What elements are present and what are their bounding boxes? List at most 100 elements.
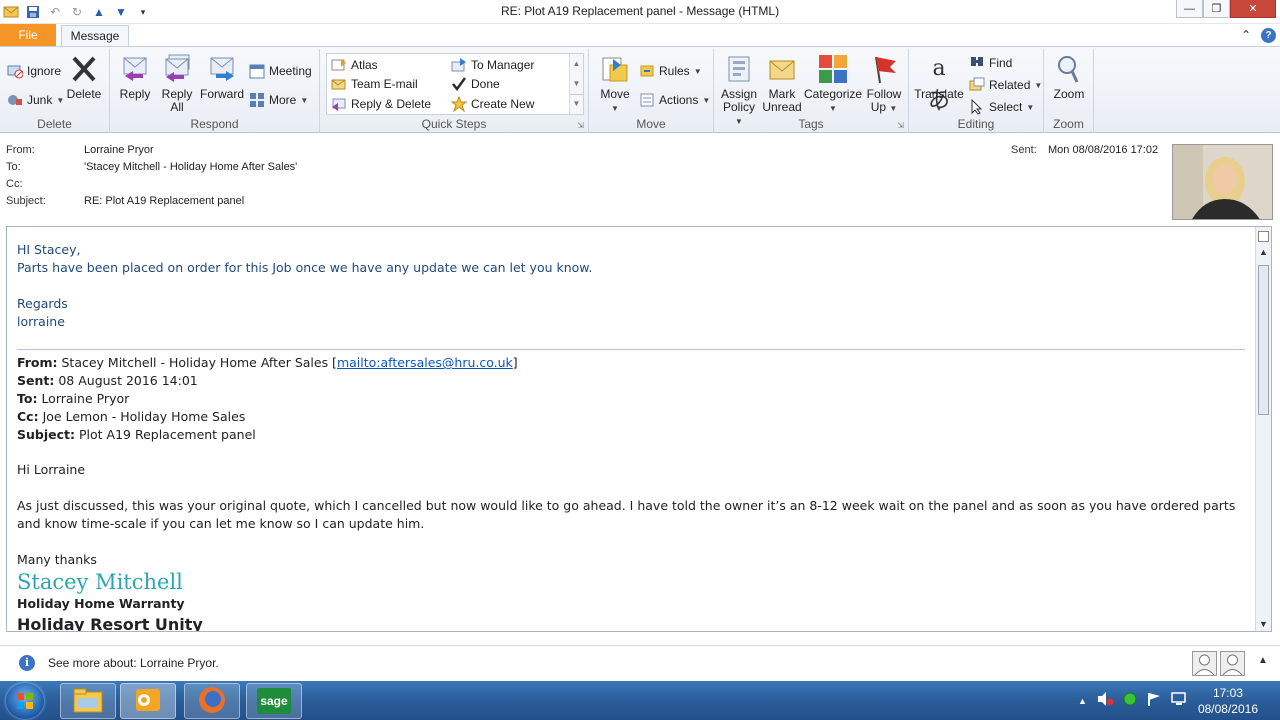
quick-step-done[interactable]: Done [451, 76, 500, 92]
scroll-down-arrow-icon[interactable]: ▼ [1256, 619, 1271, 629]
chevron-down-icon: ▼ [935, 104, 943, 113]
team-email-icon [331, 76, 347, 92]
reply-all-label-1: Reply [161, 87, 193, 101]
expand-gallery-icon[interactable]: ▼ [570, 94, 583, 112]
taskbar-explorer[interactable] [60, 683, 116, 719]
quick-step-atlas[interactable]: Atlas [331, 57, 378, 73]
assign-policy-label-2: Policy [722, 100, 755, 114]
see-more-about[interactable]: See more about: Lorraine Pryor. [48, 656, 219, 670]
mark-unread-button[interactable]: Mark Unread [762, 53, 802, 114]
zoom-label: Zoom [1053, 87, 1085, 101]
ignore-label: Ignore [27, 64, 62, 78]
expand-people-pane-icon[interactable]: ▲ [1258, 655, 1268, 666]
quoted-cc-value: Joe Lemon - Holiday Home Sales [42, 409, 246, 424]
follow-up-button[interactable]: Follow Up ▼ [864, 53, 904, 115]
quoted-thanks: Many thanks [17, 552, 97, 567]
group-label-delete: Delete [37, 117, 72, 131]
quick-steps-scroller[interactable]: ▲ ▼ ▼ [569, 54, 583, 114]
find-button[interactable]: Find [969, 55, 1012, 71]
mailto-link[interactable]: mailto:aftersales@hru.co.uk [337, 355, 513, 370]
mark-unread-icon [766, 53, 798, 85]
scroll-options-icon[interactable] [1258, 231, 1269, 242]
quick-step-reply-delete[interactable]: Reply & Delete [331, 96, 431, 112]
find-icon [969, 55, 985, 71]
sender-photo[interactable] [1172, 144, 1273, 220]
quick-step-create-new[interactable]: Create New [450, 95, 534, 113]
ribbon-right-controls: ⌃ ? [1241, 28, 1276, 43]
taskbar-firefox[interactable] [184, 683, 240, 719]
reply-label: Reply [119, 87, 151, 101]
tab-message[interactable]: Message [61, 25, 129, 48]
close-button[interactable]: ✕ [1230, 0, 1276, 18]
reply-icon [119, 53, 151, 85]
translate-button[interactable]: aあ Translate ▼ [913, 53, 965, 115]
find-label: Find [989, 56, 1013, 70]
meeting-button[interactable]: Meeting [249, 63, 312, 79]
system-tray: ▲ 17:03 08/08/2016 [1078, 681, 1280, 720]
group-zoom: Zoom Zoom [1044, 49, 1094, 133]
related-button[interactable]: Related ▼ [969, 77, 1042, 93]
forward-button[interactable]: Forward [198, 53, 246, 101]
move-button[interactable]: Move ▼ [597, 53, 633, 115]
person-thumbnail[interactable] [1220, 651, 1245, 676]
dialog-launcher-icon[interactable]: ⇲ [577, 121, 584, 130]
quick-step-to-manager[interactable]: To Manager [451, 57, 534, 73]
window-controls: — ❐ ✕ [1176, 0, 1276, 18]
calendar-icon [249, 63, 265, 79]
show-hidden-icons-icon[interactable]: ▲ [1078, 696, 1087, 706]
scrollbar-thumb[interactable] [1258, 265, 1269, 415]
delete-button[interactable]: Delete [64, 53, 104, 101]
taskbar-clock[interactable]: 17:03 08/08/2016 [1198, 685, 1258, 717]
taskbar-outlook[interactable] [120, 683, 176, 719]
body-scrollbar[interactable]: ▲ ▼ [1255, 227, 1271, 631]
group-label-move: Move [636, 117, 666, 131]
zoom-button[interactable]: Zoom [1049, 53, 1089, 101]
flag-tray-icon[interactable] [1146, 691, 1162, 710]
quoted-from-end: ] [512, 355, 518, 370]
delete-icon [68, 53, 100, 85]
clock-date: 08/08/2016 [1197, 701, 1258, 716]
taskbar-sage[interactable]: sage [246, 683, 302, 719]
minimize-button[interactable]: — [1176, 0, 1203, 18]
chevron-down-icon: ▼ [829, 104, 837, 113]
actions-button[interactable]: Actions ▼ [639, 92, 710, 108]
from-value[interactable]: Lorraine Pryor [84, 144, 154, 156]
help-icon[interactable]: ? [1261, 28, 1276, 43]
categorize-button[interactable]: Categorize ▼ [804, 53, 862, 115]
to-value[interactable]: 'Stacey Mitchell - Holiday Home After Sa… [84, 161, 297, 173]
person-thumbnail[interactable] [1192, 651, 1217, 676]
reply-all-button[interactable]: Reply All [158, 53, 196, 114]
quoted-from-value: Stacey Mitchell - Holiday Home After Sal… [61, 355, 337, 370]
sent-value: Mon 08/08/2016 17:02 [1048, 144, 1159, 156]
ignore-button[interactable]: Ignore [7, 63, 61, 79]
junk-button[interactable]: Junk ▼ [7, 92, 64, 108]
select-button[interactable]: Select ▼ [969, 98, 1034, 115]
scroll-down-icon[interactable]: ▼ [570, 74, 583, 94]
status-green-icon[interactable] [1123, 692, 1137, 709]
translate-label: Translate [914, 87, 964, 101]
scroll-up-icon[interactable]: ▲ [570, 54, 583, 74]
reply-button[interactable]: Reply [116, 53, 154, 101]
categorize-icon [817, 53, 849, 85]
volume-muted-icon[interactable] [1096, 691, 1114, 710]
network-icon[interactable] [1171, 691, 1189, 710]
cc-label: Cc: [6, 178, 23, 190]
checkmark-icon [451, 76, 467, 92]
related-icon [969, 77, 985, 93]
scroll-up-arrow-icon[interactable]: ▲ [1256, 247, 1271, 257]
outlook-icon [132, 686, 164, 717]
signature-company: Holiday Resort Unity [17, 615, 203, 632]
minimize-ribbon-icon[interactable]: ⌃ [1241, 28, 1251, 43]
restore-button[interactable]: ❐ [1203, 0, 1230, 18]
start-button[interactable] [6, 683, 44, 719]
cursor-icon [969, 98, 985, 115]
quick-step-label: To Manager [471, 58, 535, 72]
rules-button[interactable]: Rules ▼ [639, 63, 702, 79]
quick-step-team-email[interactable]: Team E-mail [331, 76, 418, 92]
follow-up-label-1: Follow [866, 87, 902, 101]
tab-file[interactable]: File [0, 24, 56, 47]
reply-regards: Regards [17, 296, 68, 311]
more-respond-button[interactable]: More ▼ [249, 92, 308, 108]
dialog-launcher-icon[interactable]: ⇲ [897, 121, 904, 130]
message-body[interactable]: HI Stacey, Parts have been placed on ord… [6, 226, 1272, 632]
